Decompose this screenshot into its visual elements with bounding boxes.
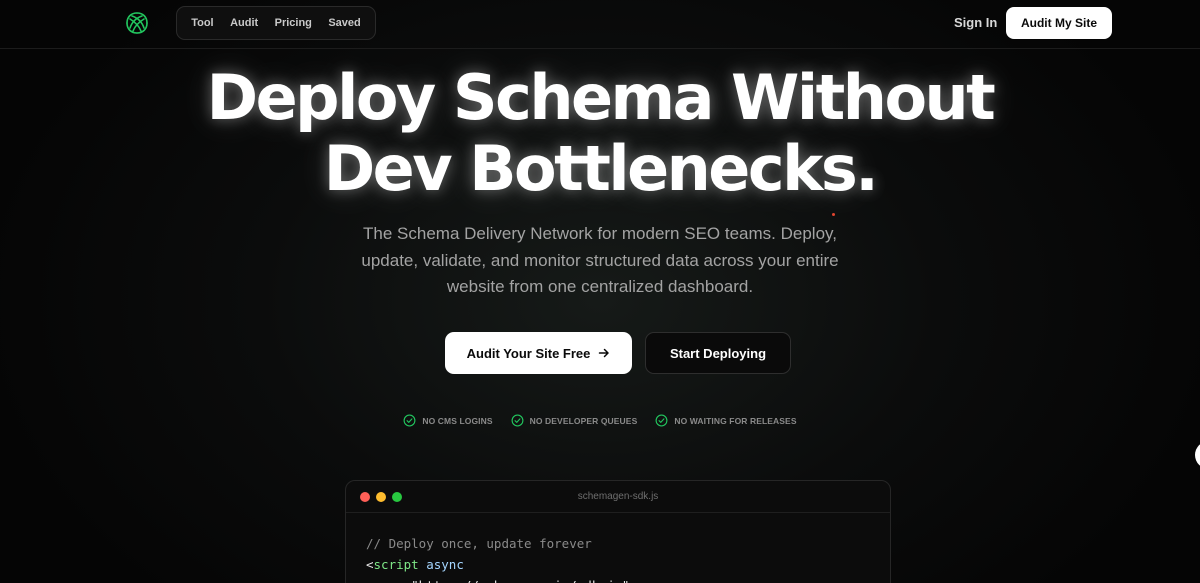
code-window: schemagen-sdk.js // Deploy once, update … xyxy=(345,480,891,583)
nav-link-tool[interactable]: Tool xyxy=(185,13,219,33)
code-line-script: <script async xyxy=(366,554,870,575)
sign-in-link[interactable]: Sign In xyxy=(954,15,997,30)
headline-line-2: Dev Bottlenecks. xyxy=(323,132,879,205)
hero-headline: Deploy Schema Without Dev Bottlenecks. xyxy=(0,62,1200,204)
nav-link-saved[interactable]: Saved xyxy=(322,13,366,33)
floating-widget-button[interactable] xyxy=(1195,441,1200,469)
nav-link-audit[interactable]: Audit xyxy=(224,13,264,33)
check-circle-icon xyxy=(655,414,668,427)
start-deploying-button[interactable]: Start Deploying xyxy=(645,332,791,374)
hero-subhead: The Schema Delivery Network for modern S… xyxy=(361,224,839,296)
code-window-header: schemagen-sdk.js xyxy=(346,481,890,513)
feature-label: NO WAITING FOR RELEASES xyxy=(674,415,797,426)
audit-your-site-free-button[interactable]: Audit Your Site Free xyxy=(445,332,632,374)
headline-line-1: Deploy Schema Without xyxy=(206,61,996,134)
code-attribute: async xyxy=(418,557,464,572)
code-body: // Deploy once, update forever <script a… xyxy=(346,513,890,583)
feature-label: NO DEVELOPER QUEUES xyxy=(529,415,638,426)
feature-label: NO CMS LOGINS xyxy=(422,415,493,426)
primary-cta-label: Audit Your Site Free xyxy=(466,345,591,361)
feature-item: NO CMS LOGINS xyxy=(403,414,493,427)
feature-item: NO WAITING FOR RELEASES xyxy=(655,414,797,427)
code-line-comment: // Deploy once, update forever xyxy=(366,536,592,551)
code-tag-bracket: < xyxy=(366,557,374,572)
nav-link-pricing[interactable]: Pricing xyxy=(269,13,318,33)
check-circle-icon xyxy=(511,414,524,427)
check-circle-icon xyxy=(403,414,416,427)
knot-logo-icon[interactable] xyxy=(124,10,150,36)
arrow-right-icon xyxy=(599,348,610,358)
code-keyword: script xyxy=(373,557,419,572)
audit-my-site-button[interactable]: Audit My Site xyxy=(1006,7,1112,39)
code-filename: schemagen-sdk.js xyxy=(577,491,659,502)
feature-list: NO CMS LOGINS NO DEVELOPER QUEUES NO WAI… xyxy=(0,414,1200,427)
top-nav: Tool Audit Pricing Saved Sign In Audit M… xyxy=(0,0,1200,49)
red-dot xyxy=(832,213,835,216)
code-line-src: src="https://schemagen.io/sdk.js" xyxy=(366,575,870,583)
feature-item: NO DEVELOPER QUEUES xyxy=(511,414,638,427)
nav-menu: Tool Audit Pricing Saved xyxy=(176,6,376,40)
